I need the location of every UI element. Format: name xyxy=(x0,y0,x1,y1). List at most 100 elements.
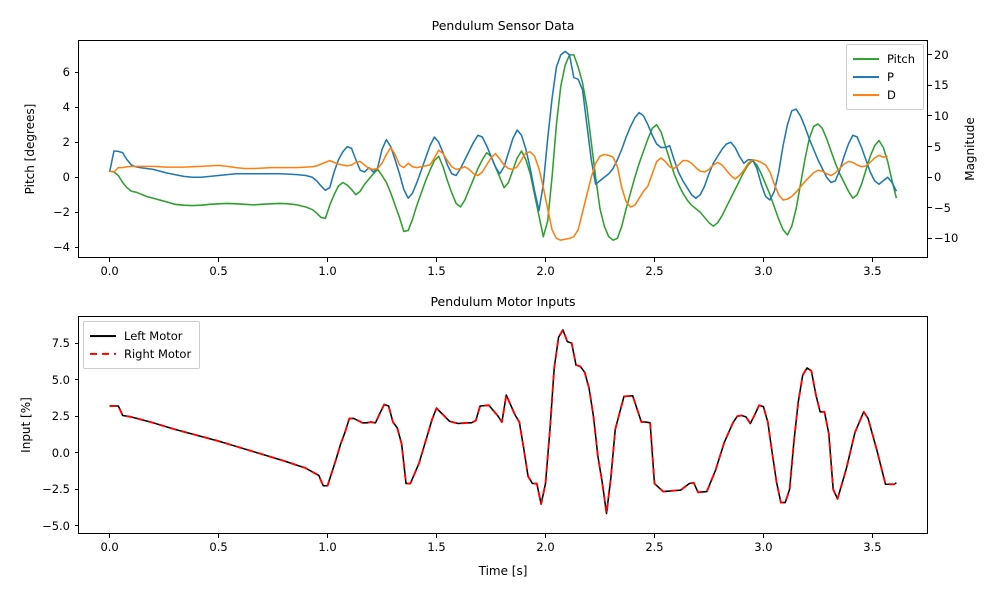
x-tick-label: 3.5 xyxy=(863,540,882,554)
y-tickmark xyxy=(74,176,78,178)
x-tick-label: 3.0 xyxy=(754,264,773,278)
legend-label-d: D xyxy=(887,88,896,102)
legend-label-right-motor: Right Motor xyxy=(124,347,192,361)
x-tick-label: 1.0 xyxy=(318,540,337,554)
x-tickmark xyxy=(435,258,438,262)
y-tick-label: 0.0 xyxy=(51,445,70,460)
y2-tick-label: −10 xyxy=(934,231,959,246)
time-axis-label: Time [s] xyxy=(478,564,528,578)
y-tickmark xyxy=(74,71,78,73)
legend-line-pitch-icon xyxy=(853,54,879,64)
legend-item-right-motor[interactable]: Right Motor xyxy=(90,345,191,363)
x-tick-label: 0.5 xyxy=(209,540,228,554)
x-tickmark xyxy=(544,534,547,538)
x-tickmark xyxy=(871,258,873,262)
legend-label-pitch: Pitch xyxy=(887,52,915,66)
y-tickmark xyxy=(74,379,78,381)
motor-chart-panel: Left Motor Right Motor xyxy=(78,316,928,534)
sensor-chart-title: Pendulum Sensor Data xyxy=(431,18,575,33)
y-tick-label: 6 xyxy=(62,65,70,80)
y2-tickmark xyxy=(928,176,932,178)
y-tick-label: 4 xyxy=(62,100,70,115)
x-tick-label: 2.0 xyxy=(536,264,555,278)
sensor-plot-area xyxy=(108,50,898,241)
y2-tick-label: −5 xyxy=(934,200,951,215)
y2-tick-label: 10 xyxy=(934,108,949,123)
motor-plot-area xyxy=(109,328,897,515)
x-tick-label: 0.0 xyxy=(100,540,119,554)
x-tickmark xyxy=(218,258,220,262)
x-tickmark xyxy=(544,258,547,262)
y-tickmark xyxy=(74,106,78,108)
y-tickmark xyxy=(74,415,78,417)
series-line-right-motor xyxy=(109,328,897,515)
x-tick-label: 0.0 xyxy=(100,264,119,278)
y-tick-label: −4 xyxy=(53,240,70,255)
x-tickmark xyxy=(653,534,656,538)
y-tickmark xyxy=(74,246,78,248)
y2-tickmark xyxy=(928,115,932,117)
x-tick-label: 1.5 xyxy=(427,540,446,554)
y-tick-label: 5.0 xyxy=(51,372,70,387)
x-tickmark xyxy=(327,534,329,538)
legend-label-left-motor: Left Motor xyxy=(124,329,183,343)
series-line-left-motor xyxy=(109,329,897,515)
matplotlib-figure: Pendulum Sensor Data Pitch P D Pitch [de… xyxy=(0,0,1000,600)
motor-y-axis-label: Input [%] xyxy=(19,397,33,453)
motor-chart-title: Pendulum Motor Inputs xyxy=(430,294,576,309)
y2-tick-label: 5 xyxy=(934,139,942,154)
y-tickmark xyxy=(74,525,78,527)
x-tick-label: 3.0 xyxy=(754,540,773,554)
x-tick-label: 1.5 xyxy=(427,264,446,278)
y-tick-label: 0 xyxy=(62,170,70,185)
y2-tickmark xyxy=(928,237,932,239)
y2-tick-label: 0 xyxy=(934,170,942,185)
x-tickmark xyxy=(327,258,329,262)
x-tick-label: 3.5 xyxy=(863,264,882,278)
x-tickmark xyxy=(762,258,764,262)
y2-tickmark xyxy=(928,146,932,148)
legend-item-left-motor[interactable]: Left Motor xyxy=(90,327,191,345)
x-tick-label: 0.5 xyxy=(209,264,228,278)
series-line-d xyxy=(109,146,888,241)
x-tickmark xyxy=(871,534,873,538)
legend-item-p[interactable]: P xyxy=(853,68,915,86)
y2-tickmark xyxy=(928,207,932,209)
sensor-chart-panel: Pitch P D xyxy=(78,40,928,258)
y-tickmark xyxy=(74,342,78,344)
motor-legend: Left Motor Right Motor xyxy=(83,321,201,369)
sensor-y-axis-label: Pitch [degrees] xyxy=(23,103,37,195)
y-tick-label: −5.0 xyxy=(42,518,70,533)
legend-line-d-icon xyxy=(853,90,879,100)
y-tickmark xyxy=(74,452,78,454)
x-tickmark xyxy=(218,534,220,538)
x-tickmark xyxy=(109,258,111,262)
series-line-pitch xyxy=(109,54,898,241)
x-tickmark xyxy=(762,534,764,538)
y2-tickmark xyxy=(928,84,932,86)
y2-tickmark xyxy=(928,54,932,56)
y-tickmark xyxy=(74,141,78,143)
y-tick-label: 2 xyxy=(62,135,70,150)
x-tickmark xyxy=(435,534,438,538)
legend-item-pitch[interactable]: Pitch xyxy=(853,50,915,68)
y-tick-label: −2 xyxy=(53,205,70,220)
x-tickmark xyxy=(109,534,111,538)
y-tick-label: 7.5 xyxy=(51,336,70,351)
legend-line-right-motor-icon xyxy=(90,349,116,359)
sensor-legend: Pitch P D xyxy=(846,44,924,110)
y2-tick-label: 15 xyxy=(934,78,949,93)
legend-line-left-motor-icon xyxy=(90,331,116,341)
x-tick-label: 2.5 xyxy=(645,540,664,554)
legend-item-d[interactable]: D xyxy=(853,86,915,104)
x-tick-label: 1.0 xyxy=(318,264,337,278)
sensor-y2-axis-label: Magnitude xyxy=(963,117,977,181)
y-tickmark xyxy=(74,488,78,490)
y-tick-label: 2.5 xyxy=(51,409,70,424)
x-tick-label: 2.0 xyxy=(536,540,555,554)
legend-line-p-icon xyxy=(853,72,879,82)
y2-tick-label: 20 xyxy=(934,47,949,62)
x-tickmark xyxy=(653,258,656,262)
legend-label-p: P xyxy=(887,70,894,84)
x-tick-label: 2.5 xyxy=(645,264,664,278)
